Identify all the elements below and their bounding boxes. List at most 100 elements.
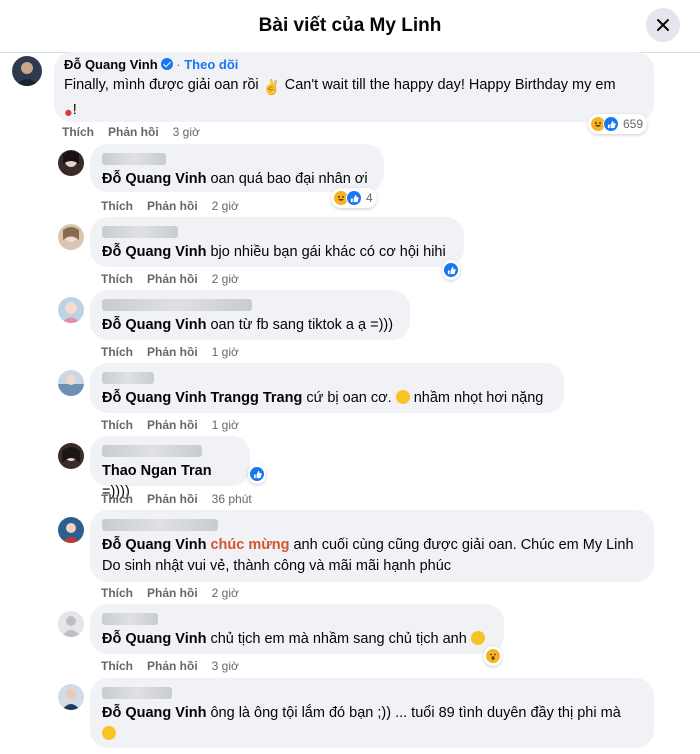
like-button[interactable]: Thích (101, 272, 133, 286)
author-name-blurred (102, 226, 178, 238)
comment-actions: Thích Phản hồi 2 giờ (101, 199, 239, 213)
strawberry-emoji: ● (64, 105, 73, 121)
reply-button[interactable]: Phản hồi (147, 199, 198, 213)
comment-text: Đỗ Quang Vinh ông là ông tội lắm đó bạn … (102, 703, 642, 745)
avatar[interactable] (58, 224, 84, 250)
reply-button[interactable]: Phản hồi (147, 586, 198, 600)
default-avatar-icon (61, 616, 81, 637)
timestamp[interactable]: 2 giờ (212, 586, 239, 600)
like-button[interactable]: Thích (62, 125, 94, 139)
author-name-blurred (102, 687, 172, 699)
timestamp[interactable]: 36 phút (212, 492, 252, 506)
avatar[interactable] (58, 684, 84, 710)
author-name-blurred (102, 372, 154, 384)
comment-actions: Thích Phản hồi 36 phút (101, 492, 252, 506)
timestamp[interactable]: 1 giờ (212, 345, 239, 359)
mention-tag[interactable]: Đỗ Quang Vinh (102, 537, 206, 553)
like-button[interactable]: Thích (101, 345, 133, 359)
avatar[interactable] (58, 150, 84, 176)
comment-bubble: Đỗ Quang Vinh oan từ fb sang tiktok a ạ … (90, 290, 410, 340)
mention-tag[interactable]: Đỗ Quang Vinh (102, 244, 206, 260)
grinning-emoji (470, 631, 485, 645)
comment-actions: Thích Phản hồi 3 giờ (101, 659, 239, 673)
comment-actions: Thích Phản hồi 1 giờ (101, 345, 239, 359)
follow-button[interactable]: Theo dõi (184, 57, 238, 72)
avatar[interactable] (12, 56, 42, 86)
wow-reaction-icon (485, 648, 501, 664)
timestamp[interactable]: 1 giờ (212, 418, 239, 432)
reaction-count: 659 (623, 117, 644, 131)
comment-bubble: Đỗ Quang Vinh chủ tịch em mà nhầm sang c… (90, 604, 504, 654)
comment-actions: Thích Phản hồi 2 giờ (101, 586, 239, 600)
author-name-blurred (102, 153, 166, 165)
avatar[interactable] (58, 611, 84, 637)
comment-bubble: Đỗ Quang Vinh ông là ông tội lắm đó bạn … (90, 678, 654, 748)
like-reaction-icon (346, 190, 362, 206)
reply-button[interactable]: Phản hồi (147, 345, 198, 359)
author-name-blurred (102, 299, 252, 311)
comment-actions: Thích Phản hồi 2 giờ (101, 272, 239, 286)
avatar[interactable] (58, 517, 84, 543)
victory-hand-emoji: ✌ (262, 80, 281, 96)
reaction-summary[interactable] (248, 464, 266, 484)
author-name-blurred (102, 613, 158, 625)
avatar[interactable] (58, 297, 84, 323)
comment-text: Đỗ Quang Vinh oan quá bao đại nhân ơi (102, 171, 368, 187)
mention-tag[interactable]: Đỗ Quang Vinh (102, 705, 206, 721)
avatar[interactable] (58, 370, 84, 396)
reply-button[interactable]: Phản hồi (147, 272, 198, 286)
author-name-blurred (102, 519, 218, 531)
close-icon (657, 19, 669, 31)
comment-actions: Thích Phản hồi 3 giờ (62, 125, 200, 139)
laughing-emoji (395, 390, 410, 404)
reaction-count: 4 (366, 191, 373, 205)
reaction-summary[interactable]: 659 (588, 114, 648, 134)
mention-tag[interactable]: Đỗ Quang Vinh (102, 317, 206, 333)
dialog-title: Bài viết của My Linh (258, 15, 442, 36)
reply-button[interactable]: Phản hồi (147, 659, 198, 673)
comment-bubble: Đỗ Quang Vinh · Theo dõi Finally, mình đ… (54, 52, 654, 122)
reaction-summary[interactable] (442, 260, 460, 280)
mention-tag[interactable]: Đỗ Quang Vinh Trangg Trang (102, 390, 302, 406)
comment-bubble: Đỗ Quang Vinh bjo nhiều bạn gái khác có … (90, 217, 464, 267)
timestamp[interactable]: 3 giờ (173, 125, 200, 139)
comment-bubble: Đỗ Quang Vinh oan quá bao đại nhân ơi (90, 144, 384, 192)
avatar[interactable] (58, 443, 84, 469)
like-reaction-icon (603, 116, 619, 132)
highlighted-text: chúc mừng (210, 537, 290, 553)
mention-tag[interactable]: Đỗ Quang Vinh (102, 171, 206, 187)
like-button[interactable]: Thích (101, 659, 133, 673)
comment-author[interactable]: Đỗ Quang Vinh (64, 57, 158, 72)
like-button[interactable]: Thích (101, 586, 133, 600)
reaction-summary[interactable]: 4 (331, 188, 377, 208)
like-button[interactable]: Thích (101, 418, 133, 432)
like-button[interactable]: Thích (101, 492, 133, 506)
comment-text: Đỗ Quang Vinh chúc mừng anh cuối cùng cũ… (102, 537, 634, 574)
like-reaction-icon (443, 262, 459, 278)
close-button[interactable] (646, 8, 680, 42)
comment-actions: Thích Phản hồi 1 giờ (101, 418, 239, 432)
comment-bubble: Thao Ngan Tran =)))) (90, 436, 250, 500)
comment-bubble: Đỗ Quang Vinh chúc mừng anh cuối cùng cũ… (90, 510, 654, 582)
reaction-summary[interactable] (484, 646, 502, 666)
comment-text: Đỗ Quang Vinh oan từ fb sang tiktok a ạ … (102, 317, 394, 333)
timestamp[interactable]: 2 giờ (212, 272, 239, 286)
timestamp[interactable]: 2 giờ (212, 199, 239, 213)
author-name-blurred (102, 445, 202, 457)
reply-button[interactable]: Phản hồi (108, 125, 159, 139)
verified-badge-icon (160, 58, 173, 70)
mention-tag[interactable]: Đỗ Quang Vinh (102, 631, 206, 647)
comment-text: Finally, mình được giải oan rồi ✌ Can't … (64, 74, 644, 124)
timestamp[interactable]: 3 giờ (212, 659, 239, 673)
like-reaction-icon (249, 466, 265, 482)
comment-text: Đỗ Quang Vinh Trangg Trang cứ bị oan cơ.… (102, 390, 544, 406)
comment-text: Đỗ Quang Vinh bjo nhiều bạn gái khác có … (102, 244, 446, 260)
mention-tag[interactable]: Thao Ngan Tran (102, 463, 212, 479)
like-button[interactable]: Thích (101, 199, 133, 213)
comment-text: Đỗ Quang Vinh chủ tịch em mà nhầm sang c… (102, 629, 492, 650)
comment-bubble: Đỗ Quang Vinh Trangg Trang cứ bị oan cơ.… (90, 363, 564, 413)
reply-button[interactable]: Phản hồi (147, 492, 198, 506)
reply-button[interactable]: Phản hồi (147, 418, 198, 432)
moon-emoji (102, 726, 116, 740)
dialog-header: Bài viết của My Linh (0, 0, 700, 53)
